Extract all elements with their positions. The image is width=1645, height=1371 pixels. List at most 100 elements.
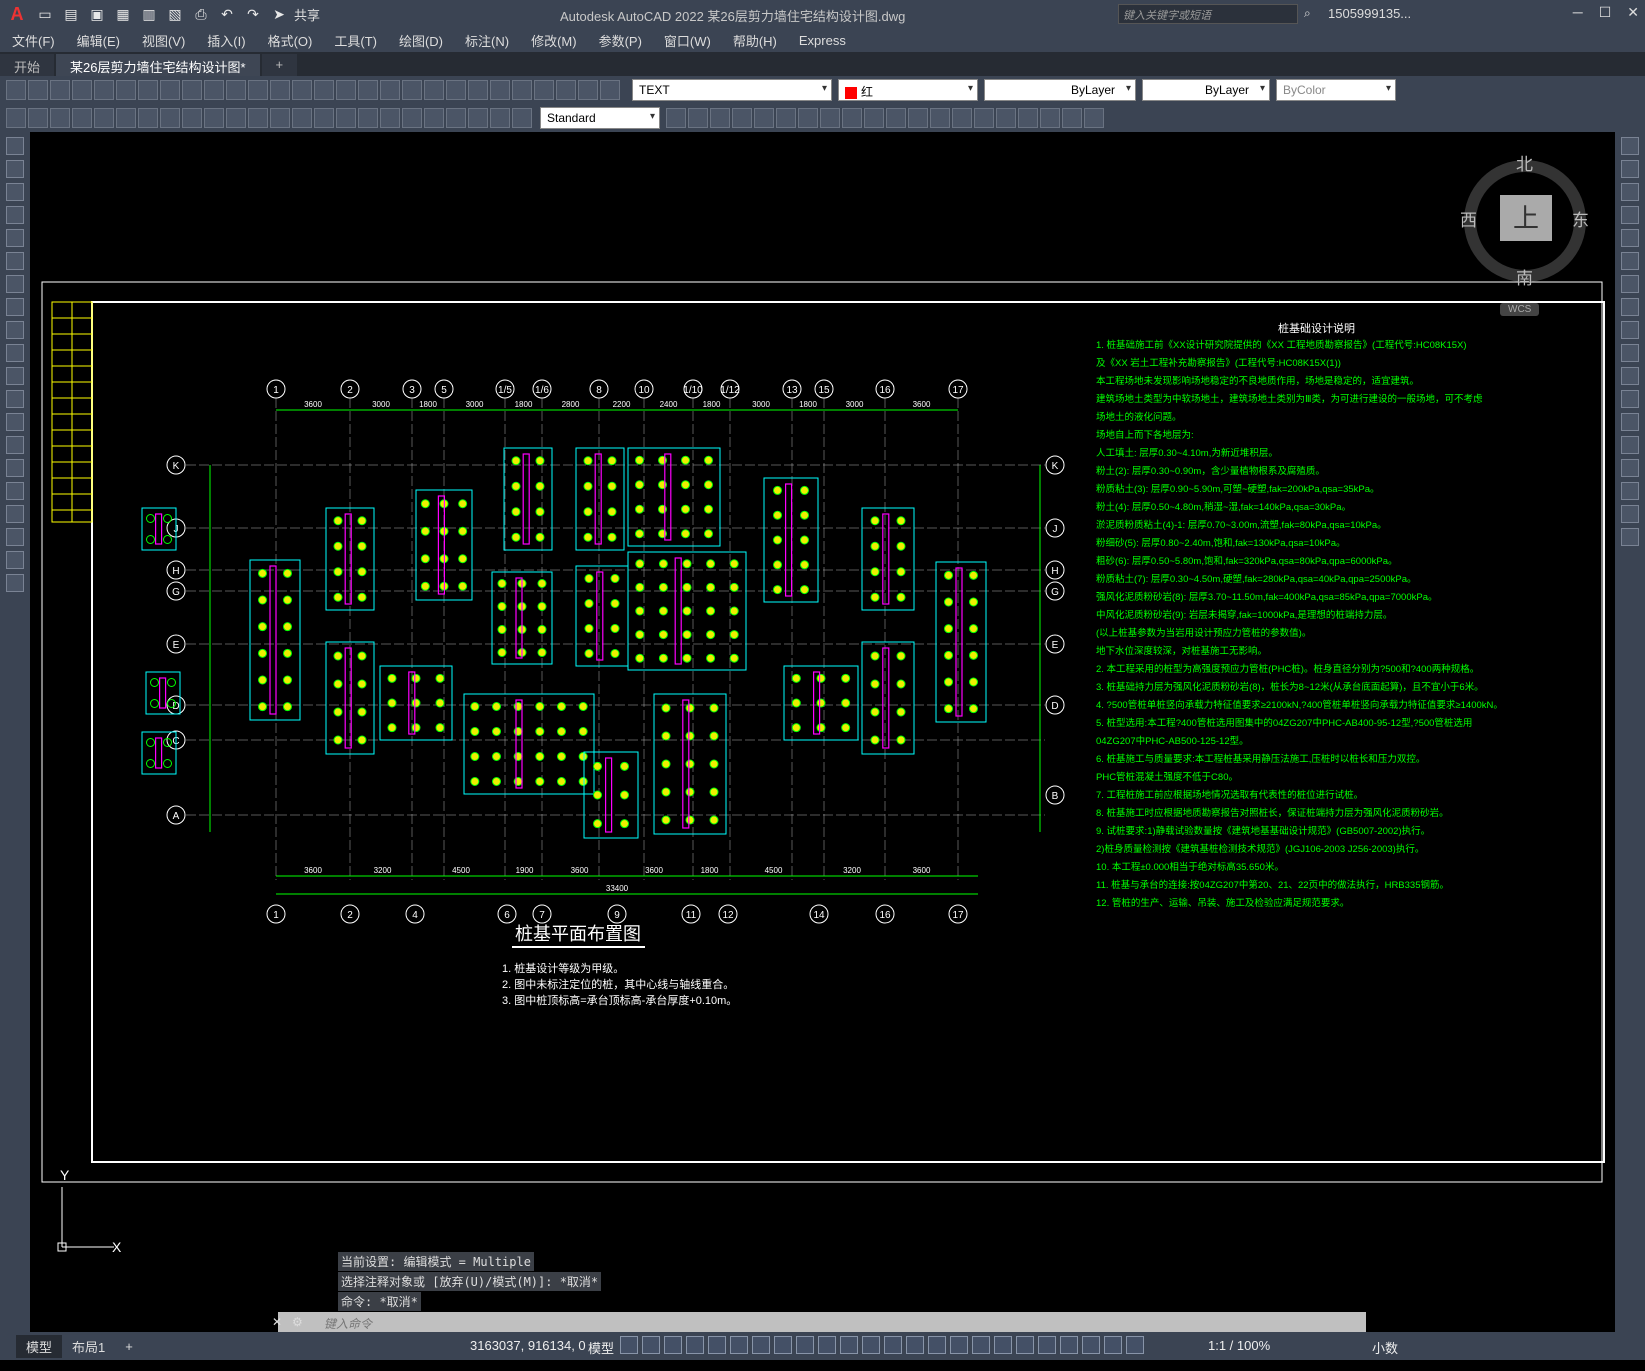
status-toggle-icon-16[interactable]	[972, 1336, 990, 1354]
modify-tool-icon-1[interactable]	[1621, 160, 1639, 178]
std-tool-icon-26[interactable]	[578, 80, 598, 100]
modify-tool-icon-0[interactable]	[1621, 137, 1639, 155]
save-web-icon[interactable]: ▧	[164, 3, 186, 25]
dim-tool-icon-22[interactable]	[490, 108, 510, 128]
menu-item-9[interactable]: 参数(P)	[599, 31, 642, 50]
tab-drawing[interactable]: 某26层剪力墙住宅结构设计图*	[56, 54, 260, 76]
ucs-tool-icon-11[interactable]	[908, 108, 928, 128]
dim-tool-icon-19[interactable]	[424, 108, 444, 128]
modify-tool-icon-11[interactable]	[1621, 390, 1639, 408]
status-toggle-icon-7[interactable]	[774, 1336, 792, 1354]
modify-tool-icon-6[interactable]	[1621, 275, 1639, 293]
ucs-tool-icon-14[interactable]	[974, 108, 994, 128]
menu-item-10[interactable]: 窗口(W)	[664, 31, 711, 50]
menu-item-2[interactable]: 视图(V)	[142, 31, 185, 50]
std-tool-icon-13[interactable]	[292, 80, 312, 100]
status-toggle-icon-4[interactable]	[708, 1336, 726, 1354]
std-tool-icon-4[interactable]	[94, 80, 114, 100]
status-toggle-icon-23[interactable]	[1126, 1336, 1144, 1354]
status-toggle-icon-8[interactable]	[796, 1336, 814, 1354]
status-toggle-icon-1[interactable]	[642, 1336, 660, 1354]
status-toggle-icon-0[interactable]	[620, 1336, 638, 1354]
viewcube-south[interactable]: 南	[1516, 264, 1533, 289]
menu-item-7[interactable]: 标注(N)	[465, 31, 509, 50]
status-toggle-icon-3[interactable]	[686, 1336, 704, 1354]
ucs-tool-icon-3[interactable]	[732, 108, 752, 128]
dim-tool-icon-9[interactable]	[204, 108, 224, 128]
annotation-scale[interactable]: 1:1 / 100%	[1208, 1338, 1270, 1353]
status-toggle-icon-19[interactable]	[1038, 1336, 1056, 1354]
tab-start[interactable]: 开始	[0, 54, 55, 76]
modify-tool-icon-14[interactable]	[1621, 459, 1639, 477]
std-tool-icon-18[interactable]	[402, 80, 422, 100]
search-icon[interactable]: ⌕	[1304, 6, 1311, 21]
std-tool-icon-9[interactable]	[204, 80, 224, 100]
draw-tool-icon-15[interactable]	[6, 482, 24, 500]
draw-tool-icon-16[interactable]	[6, 505, 24, 523]
ucs-tool-icon-13[interactable]	[952, 108, 972, 128]
draw-tool-icon-1[interactable]	[6, 160, 24, 178]
ucs-tool-icon-12[interactable]	[930, 108, 950, 128]
ucs-tool-icon-18[interactable]	[1062, 108, 1082, 128]
modify-tool-icon-8[interactable]	[1621, 321, 1639, 339]
dim-tool-icon-7[interactable]	[160, 108, 180, 128]
status-toggle-icon-14[interactable]	[928, 1336, 946, 1354]
dim-tool-icon-5[interactable]	[116, 108, 136, 128]
status-toggle-icon-11[interactable]	[862, 1336, 880, 1354]
menu-item-6[interactable]: 绘图(D)	[399, 31, 443, 50]
dim-tool-icon-4[interactable]	[94, 108, 114, 128]
draw-tool-icon-4[interactable]	[6, 229, 24, 247]
status-toggle-icon-10[interactable]	[840, 1336, 858, 1354]
menu-item-1[interactable]: 编辑(E)	[77, 31, 120, 50]
draw-tool-icon-18[interactable]	[6, 551, 24, 569]
dim-tool-icon-2[interactable]	[50, 108, 70, 128]
dim-tool-icon-20[interactable]	[446, 108, 466, 128]
plotstyle-dropdown[interactable]: ByColor	[1276, 79, 1396, 101]
dim-tool-icon-17[interactable]	[380, 108, 400, 128]
ucs-tool-icon-1[interactable]	[688, 108, 708, 128]
dim-tool-icon-14[interactable]	[314, 108, 334, 128]
std-tool-icon-8[interactable]	[182, 80, 202, 100]
viewcube-north[interactable]: 北	[1516, 150, 1533, 175]
draw-tool-icon-5[interactable]	[6, 252, 24, 270]
status-toggle-icon-20[interactable]	[1060, 1336, 1078, 1354]
viewcube-east[interactable]: 东	[1572, 206, 1589, 231]
std-tool-icon-12[interactable]	[270, 80, 290, 100]
menu-item-4[interactable]: 格式(O)	[268, 31, 313, 50]
status-toggle-icon-17[interactable]	[994, 1336, 1012, 1354]
ucs-tool-icon-9[interactable]	[864, 108, 884, 128]
tab-layout1[interactable]: 布局1	[62, 1335, 115, 1358]
dim-tool-icon-13[interactable]	[292, 108, 312, 128]
menu-item-8[interactable]: 修改(M)	[531, 31, 577, 50]
tab-model[interactable]: 模型	[16, 1334, 63, 1358]
ucs-tool-icon-15[interactable]	[996, 108, 1016, 128]
modify-tool-icon-5[interactable]	[1621, 252, 1639, 270]
modify-tool-icon-16[interactable]	[1621, 505, 1639, 523]
std-tool-icon-22[interactable]	[490, 80, 510, 100]
modify-tool-icon-9[interactable]	[1621, 344, 1639, 362]
status-toggle-icon-12[interactable]	[884, 1336, 902, 1354]
ucs-tool-icon-19[interactable]	[1084, 108, 1104, 128]
ucs-tool-icon-6[interactable]	[798, 108, 818, 128]
modify-tool-icon-10[interactable]	[1621, 367, 1639, 385]
std-tool-icon-14[interactable]	[314, 80, 334, 100]
std-tool-icon-20[interactable]	[446, 80, 466, 100]
draw-tool-icon-0[interactable]	[6, 137, 24, 155]
menu-item-11[interactable]: 帮助(H)	[733, 31, 777, 50]
status-toggle-icon-2[interactable]	[664, 1336, 682, 1354]
dim-tool-icon-18[interactable]	[402, 108, 422, 128]
std-tool-icon-11[interactable]	[248, 80, 268, 100]
std-tool-icon-7[interactable]	[160, 80, 180, 100]
dimstyle-dropdown[interactable]: Standard	[540, 107, 660, 129]
share-icon[interactable]: ➤	[268, 3, 290, 25]
std-tool-icon-25[interactable]	[556, 80, 576, 100]
coordinates-readout[interactable]: 3163037, 916134, 0	[470, 1338, 586, 1353]
drawing-canvas[interactable]: 1 2 3 5 1/5 1/6 8 10 1/10 1/12 13 15 16 173600 3000 180…	[30, 132, 1615, 1332]
status-toggle-icon-22[interactable]	[1104, 1336, 1122, 1354]
status-toggle-icon-5[interactable]	[730, 1336, 748, 1354]
modify-tool-icon-2[interactable]	[1621, 183, 1639, 201]
draw-tool-icon-8[interactable]	[6, 321, 24, 339]
menu-item-0[interactable]: 文件(F)	[12, 31, 55, 50]
draw-tool-icon-14[interactable]	[6, 459, 24, 477]
ucs-tool-icon-8[interactable]	[842, 108, 862, 128]
